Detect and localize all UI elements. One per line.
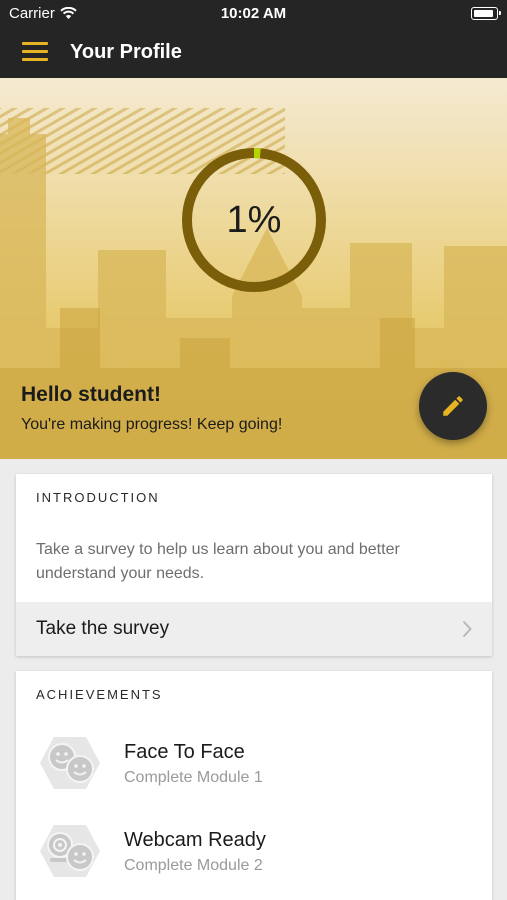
nav-bar: Your Profile bbox=[0, 28, 507, 78]
face-to-face-icon bbox=[40, 737, 100, 789]
achievement-item[interactable]: Face To Face Complete Module 1 bbox=[16, 733, 492, 813]
achievements-card: ACHIEVEMENTS Face To Face Complete Modul… bbox=[16, 671, 492, 900]
chevron-right-icon bbox=[462, 620, 472, 638]
take-survey-button[interactable]: Take the survey bbox=[16, 602, 492, 656]
achievement-subtitle: Complete Module 2 bbox=[124, 857, 263, 874]
achievement-item[interactable]: Webcam Ready Complete Module 2 bbox=[16, 821, 492, 900]
battery-icon bbox=[471, 7, 501, 20]
take-survey-label: Take the survey bbox=[36, 618, 170, 639]
status-bar: Carrier 10:02 AM bbox=[0, 0, 507, 28]
progress-percent: 1% bbox=[226, 199, 282, 241]
page-title: Your Profile bbox=[70, 41, 182, 63]
menu-icon[interactable] bbox=[22, 42, 48, 62]
status-time: 10:02 AM bbox=[220, 5, 287, 22]
edit-profile-button[interactable] bbox=[419, 372, 487, 440]
profile-hero: 1% Hello student! You're making progress… bbox=[0, 78, 507, 459]
achievement-subtitle: Complete Module 1 bbox=[124, 769, 263, 786]
achievements-heading: ACHIEVEMENTS bbox=[36, 687, 163, 702]
achievement-title: Face To Face bbox=[124, 741, 245, 763]
greeting-subtitle: You're making progress! Keep going! bbox=[21, 416, 283, 433]
introduction-card: INTRODUCTION Take a survey to help us le… bbox=[16, 474, 492, 656]
pencil-icon bbox=[443, 396, 463, 416]
webcam-ready-icon bbox=[40, 825, 100, 877]
introduction-heading: INTRODUCTION bbox=[36, 490, 160, 505]
introduction-description: Take a survey to help us learn about you… bbox=[36, 541, 400, 582]
greeting-heading: Hello student! bbox=[21, 383, 161, 406]
achievement-title: Webcam Ready bbox=[124, 829, 266, 851]
